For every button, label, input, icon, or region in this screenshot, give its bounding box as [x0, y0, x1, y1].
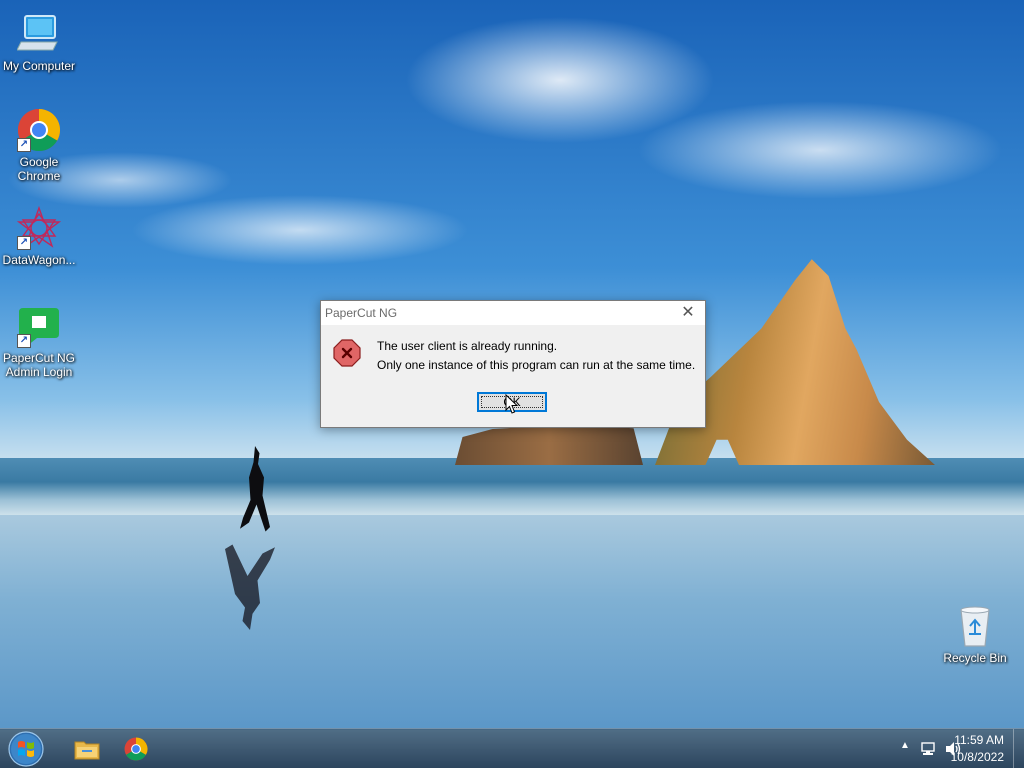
- dialog-message-line1: The user client is already running.: [377, 339, 558, 353]
- papercut-icon: ↗: [17, 304, 61, 348]
- mouse-pointer-icon: [505, 393, 519, 414]
- clock-time[interactable]: 11:59 AM: [954, 733, 1004, 747]
- dialog-message-line2: Only one instance of this program can ru…: [377, 358, 696, 372]
- system-tray: ▲ 11:59 AM 10/8/2022: [874, 729, 1024, 768]
- show-desktop-button[interactable]: [1013, 729, 1024, 768]
- desktop-icon-label: DataWagon...: [2, 253, 76, 267]
- datawagon-icon: ↗: [16, 205, 62, 250]
- windows-start-icon: [8, 731, 44, 767]
- show-hidden-icons-button[interactable]: ▲: [900, 740, 910, 751]
- desktop-icon-google-chrome[interactable]: ↗ Google Chrome: [1, 108, 77, 183]
- desktop-icon-papercut-ng-admin[interactable]: ↗ PaperCut NG Admin Login: [1, 304, 77, 379]
- computer-icon: [16, 12, 61, 56]
- wallpaper-sea: [0, 458, 1024, 518]
- desktop-icon-label: Recycle Bin: [943, 651, 1007, 665]
- chrome-icon: [124, 737, 148, 761]
- network-icon[interactable]: [920, 741, 938, 757]
- chrome-icon: ↗: [17, 108, 61, 152]
- desktop-icon-recycle-bin[interactable]: Recycle Bin: [937, 604, 1013, 665]
- desktop-icon-datawagon[interactable]: ↗ DataWagon...: [1, 205, 77, 267]
- start-button[interactable]: [6, 730, 46, 768]
- recycle-bin-icon: [953, 604, 997, 648]
- close-icon: ✕: [681, 304, 695, 321]
- taskbar: ▲ 11:59 AM 10/8/2022: [0, 728, 1024, 768]
- close-button[interactable]: ✕: [675, 301, 701, 325]
- folder-icon: [74, 741, 100, 760]
- desktop-icon-label: PaperCut NG Admin Login: [2, 351, 76, 379]
- shortcut-arrow-icon: ↗: [17, 138, 31, 152]
- dialog-title: PaperCut NG: [325, 306, 398, 320]
- shortcut-arrow-icon: ↗: [17, 334, 31, 348]
- taskbar-pin-google-chrome[interactable]: [113, 731, 159, 767]
- error-icon: [333, 339, 361, 367]
- clock-date[interactable]: 10/8/2022: [951, 750, 1004, 764]
- dialog-titlebar[interactable]: PaperCut NG ✕: [321, 301, 705, 325]
- wallpaper-rock-small: [455, 425, 643, 465]
- desktop-icon-label: My Computer: [2, 59, 76, 73]
- desktop-icon-my-computer[interactable]: My Computer: [1, 12, 77, 73]
- shortcut-arrow-icon: ↗: [17, 236, 31, 250]
- desktop-icon-label: Google Chrome: [17, 155, 61, 183]
- wallpaper-beach: [0, 515, 1024, 730]
- taskbar-pin-file-explorer[interactable]: [64, 731, 110, 767]
- desktop: My Computer ↗ Google Chrome ↗ DataWagon.…: [0, 0, 1024, 768]
